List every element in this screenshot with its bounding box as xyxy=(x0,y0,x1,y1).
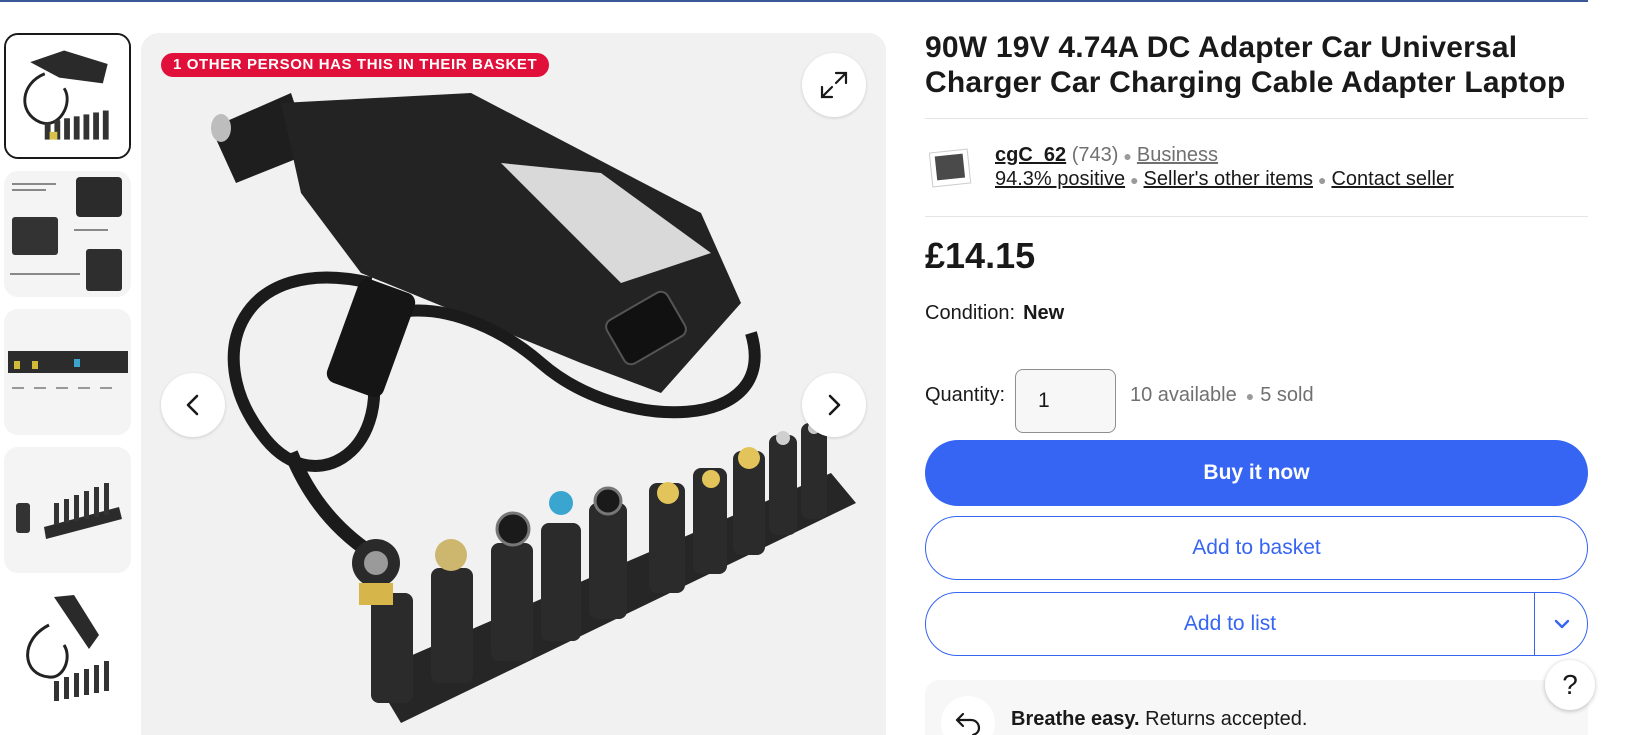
returns-banner: Breathe easy. Returns accepted. xyxy=(925,680,1588,735)
contact-seller-link[interactable]: Contact seller xyxy=(1331,168,1453,190)
thumbnail-list xyxy=(4,33,131,723)
add-to-list-group: Add to list xyxy=(925,592,1588,656)
add-to-list-button[interactable]: Add to list xyxy=(926,593,1535,655)
add-to-basket-button[interactable]: Add to basket xyxy=(925,516,1588,580)
expand-image-button[interactable] xyxy=(802,53,866,117)
car-charger-image xyxy=(141,33,886,735)
thumbnail-5[interactable] xyxy=(4,585,131,711)
add-to-list-dropdown-button[interactable] xyxy=(1535,593,1587,655)
separator-dot: ● xyxy=(1130,172,1139,188)
thumbnail-1[interactable] xyxy=(4,33,131,159)
separator-dot: ● xyxy=(1245,388,1255,404)
thumbnail-3[interactable] xyxy=(4,309,131,435)
sold-count: 5 sold xyxy=(1260,384,1314,406)
next-image-button[interactable] xyxy=(802,373,866,437)
condition-value: New xyxy=(1023,302,1065,324)
available-count: 10 available xyxy=(1130,384,1237,406)
previous-image-button[interactable] xyxy=(161,373,225,437)
price: £14.15 xyxy=(925,235,1036,276)
seller-positive-link[interactable]: 94.3% positive xyxy=(995,168,1125,190)
seller-card: cgC_62 (743) ● Business 94.3% positive ● Sel… xyxy=(925,119,1588,216)
chevron-down-icon xyxy=(1554,619,1569,629)
seller-links-line: 94.3% positive ● Seller's other items ● Cont… xyxy=(995,167,1454,192)
separator-dot: ● xyxy=(1317,172,1327,188)
product-title: 90W 19V 4.74A DC Adapter Car Universal C… xyxy=(925,31,1566,99)
seller-type-link[interactable]: Business xyxy=(1137,144,1218,166)
quantity-label: Quantity: xyxy=(925,384,1006,406)
help-button[interactable]: ? xyxy=(1545,660,1595,710)
basket-count-badge: 1 OTHER PERSON HAS THIS IN THEIR BASKET xyxy=(161,53,550,77)
separator-dot: ● xyxy=(1123,148,1132,164)
seller-info-line: cgC_62 (743) ● Business xyxy=(995,143,1218,168)
top-border xyxy=(0,0,1588,2)
buy-it-now-button[interactable]: Buy it now xyxy=(925,440,1588,506)
seller-name-link[interactable]: cgC_62 xyxy=(995,144,1066,166)
quantity-input[interactable] xyxy=(1015,369,1116,433)
thumbnail-2[interactable] xyxy=(4,171,131,297)
seller-avatar[interactable] xyxy=(929,145,973,189)
seller-other-items-link[interactable]: Seller's other items xyxy=(1144,168,1313,190)
chevron-left-icon xyxy=(186,394,199,416)
returns-detail-text: Returns accepted. xyxy=(1145,708,1308,730)
divider xyxy=(925,216,1588,217)
quantity-availability: 10 available ● 5 sold xyxy=(1130,384,1314,407)
returns-bold-text: Breathe easy. xyxy=(1011,708,1140,730)
expand-icon xyxy=(820,71,848,99)
condition-row: Condition: New xyxy=(925,302,1064,325)
product-details: 90W 19V 4.74A DC Adapter Car Universal C… xyxy=(925,30,1588,735)
thumbnail-4[interactable] xyxy=(4,447,131,573)
condition-label: Condition: xyxy=(925,302,1016,324)
returns-text: Breathe easy. Returns accepted. xyxy=(1011,708,1307,731)
seller-feedback-count: (743) xyxy=(1071,144,1119,166)
chevron-right-icon xyxy=(828,394,841,416)
return-arrow-icon xyxy=(941,696,995,735)
main-product-image[interactable]: 1 OTHER PERSON HAS THIS IN THEIR BASKET xyxy=(141,33,886,735)
quantity-row: Quantity: 10 available ● 5 sold xyxy=(925,350,1588,446)
